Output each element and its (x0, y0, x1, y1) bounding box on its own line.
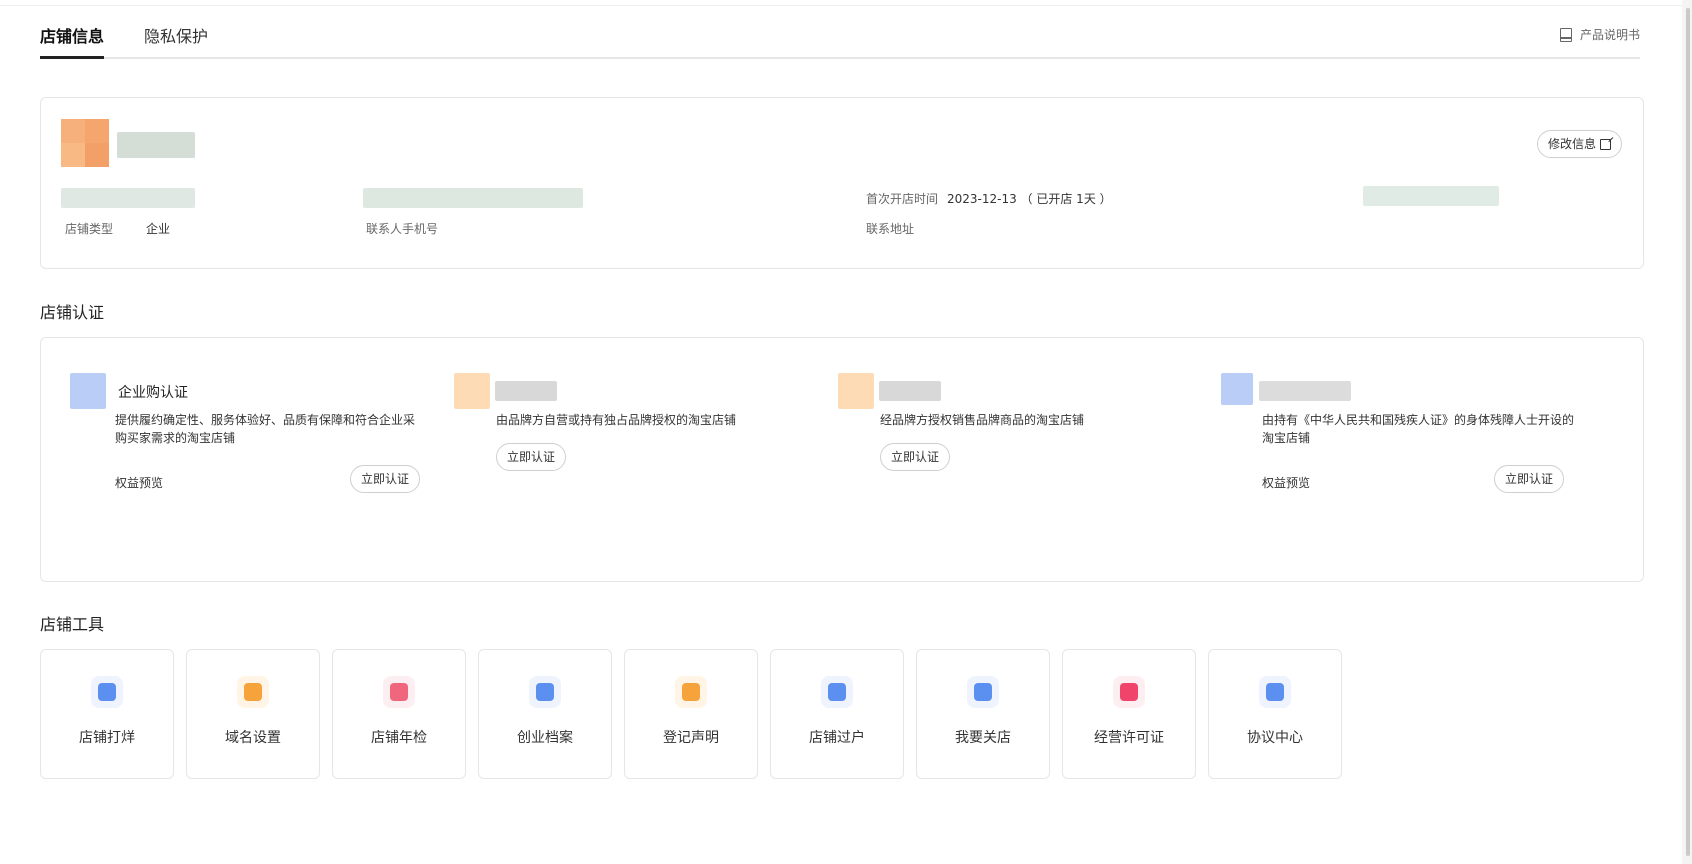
icon-glyph (682, 683, 700, 701)
shop-type-value: 企业 (146, 222, 171, 236)
icon-glyph (1266, 683, 1284, 701)
transfer-icon (821, 676, 853, 708)
icon-glyph (390, 683, 408, 701)
address-label: 联系地址 (866, 222, 915, 236)
enterprise-cert-icon (70, 373, 106, 409)
cert-title-blurred (495, 381, 557, 401)
icon-glyph (244, 683, 262, 701)
icon-glyph (974, 683, 992, 701)
book-icon (1559, 27, 1572, 42)
contact-phone-blurred (363, 188, 583, 208)
tool-tile[interactable]: 店铺年检 (332, 649, 466, 779)
cert-title: 企业购认证 (118, 385, 188, 401)
icon-glyph (1120, 683, 1138, 701)
external-link-icon (1600, 138, 1612, 150)
cert-card: 企业购认证 提供履约确定性、服务体验好、品质有保障和符合企业采购买家需求的淘宝店… (40, 337, 1644, 582)
cert-description: 由持有《中华人民共和国残疾人证》的身体残障人士开设的淘宝店铺 (1262, 413, 1575, 445)
cert-item-enterprise: 企业购认证 提供履约确定性、服务体验好、品质有保障和符合企业采购买家需求的淘宝店… (70, 373, 440, 533)
tool-label: 协议中心 (1247, 730, 1303, 746)
cert-item-disabled-owner: 由持有《中华人民共和国残疾人证》的身体残障人士开设的淘宝店铺 权益预览 立即认证 (1221, 373, 1601, 533)
icon-glyph (98, 683, 116, 701)
license-icon (1113, 676, 1145, 708)
certify-now-button[interactable]: 立即认证 (350, 465, 421, 493)
icon-glyph (536, 683, 554, 701)
tool-label: 店铺年检 (371, 730, 427, 746)
tool-tile[interactable]: 经营许可证 (1062, 649, 1196, 779)
cert-item-brand-flagship: 由品牌方自营或持有独占品牌授权的淘宝店铺 立即认证 (454, 373, 824, 533)
product-manual-link[interactable]: 产品说明书 (1559, 26, 1640, 43)
tab-privacy[interactable]: 隐私保护 (144, 26, 208, 48)
tab-bar: 店铺信息 隐私保护 产品说明书 (40, 20, 1640, 60)
disabled-owner-cert-icon (1221, 373, 1253, 405)
open-time-value: 2023-12-13 （ 已开店 1天 ） (947, 192, 1112, 206)
tool-label: 经营许可证 (1094, 730, 1164, 746)
tool-tile[interactable]: 店铺打烊 (40, 649, 174, 779)
scrollbar-thumb[interactable] (1686, 8, 1690, 856)
edit-info-label: 修改信息 (1548, 137, 1597, 151)
tool-tile[interactable]: 域名设置 (186, 649, 320, 779)
open-time-label: 首次开店时间 (866, 192, 939, 206)
authorized-cert-icon (838, 373, 874, 409)
tool-label: 登记声明 (663, 730, 719, 746)
tool-tile[interactable]: 登记声明 (624, 649, 758, 779)
address-value-blurred (1363, 186, 1499, 206)
tool-label: 我要关店 (955, 730, 1011, 746)
certify-now-button[interactable]: 立即认证 (880, 443, 951, 471)
store-close-icon (91, 676, 123, 708)
close-shop-icon (967, 676, 999, 708)
tools-section-title: 店铺工具 (40, 615, 105, 634)
cert-item-brand-authorized: 经品牌方授权销售品牌商品的淘宝店铺 立即认证 (838, 373, 1208, 533)
benefits-preview-link[interactable]: 权益预览 (1262, 474, 1310, 491)
domain-icon (237, 676, 269, 708)
shop-logo-thumbnail (61, 119, 109, 167)
registration-icon (675, 676, 707, 708)
cert-description: 提供履约确定性、服务体验好、品质有保障和符合企业采购买家需求的淘宝店铺 (115, 413, 416, 445)
cert-description: 由品牌方自营或持有独占品牌授权的淘宝店铺 (496, 413, 737, 427)
shop-info-card: 修改信息 店铺类型 企业 联系人手机号 首次开店时间 2023-12-13 （ … (40, 97, 1644, 269)
tab-rail (40, 57, 1640, 59)
brand-cert-icon (454, 373, 490, 409)
tool-label: 域名设置 (225, 730, 281, 746)
tab-shop-info[interactable]: 店铺信息 (40, 26, 104, 48)
shop-type-label: 店铺类型 (65, 222, 114, 236)
tool-label: 店铺打烊 (79, 730, 135, 746)
agreement-icon (1259, 676, 1291, 708)
shop-name-blurred (117, 132, 195, 158)
edit-info-button[interactable]: 修改信息 (1537, 130, 1623, 158)
certify-now-button[interactable]: 立即认证 (1494, 465, 1565, 493)
tool-tile[interactable]: 店铺过户 (770, 649, 904, 779)
tool-tile[interactable]: 协议中心 (1208, 649, 1342, 779)
cert-section-title: 店铺认证 (40, 303, 105, 322)
tool-tile[interactable]: 我要关店 (916, 649, 1050, 779)
tool-tile[interactable]: 创业档案 (478, 649, 612, 779)
icon-glyph (828, 683, 846, 701)
archive-icon (529, 676, 561, 708)
shop-id-blurred (61, 188, 195, 208)
contact-phone-label: 联系人手机号 (366, 222, 439, 236)
active-tab-indicator (40, 56, 104, 59)
annual-check-icon (383, 676, 415, 708)
cert-title-blurred (879, 381, 941, 401)
tool-label: 店铺过户 (809, 730, 865, 746)
product-manual-label: 产品说明书 (1579, 28, 1640, 42)
cert-title-blurred (1259, 381, 1351, 401)
certify-now-button[interactable]: 立即认证 (496, 443, 567, 471)
tool-label: 创业档案 (517, 730, 573, 746)
benefits-preview-link[interactable]: 权益预览 (115, 474, 163, 491)
top-border (0, 0, 1692, 6)
cert-description: 经品牌方授权销售品牌商品的淘宝店铺 (880, 413, 1085, 427)
